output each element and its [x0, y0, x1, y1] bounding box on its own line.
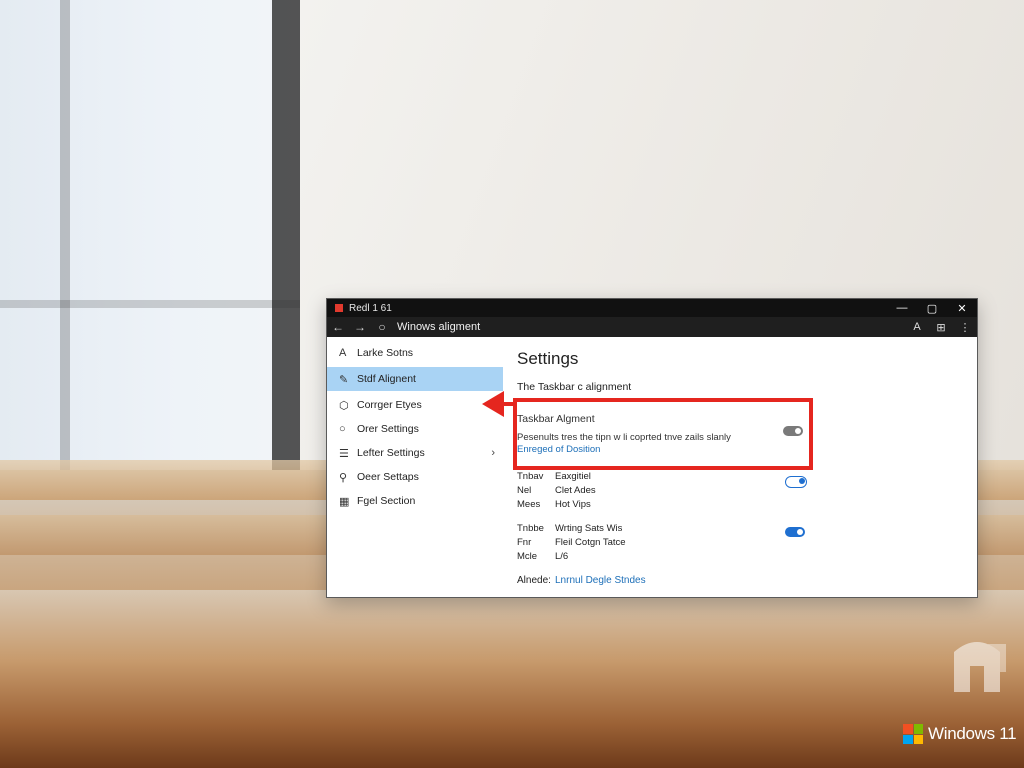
sidebar-item-label: Larke Sotns — [357, 347, 414, 359]
row-key: Fnr — [517, 537, 532, 548]
background-table — [0, 590, 1024, 768]
logo-tile — [903, 734, 913, 744]
back-arrow-icon[interactable]: ← — [327, 320, 349, 334]
app-icon — [335, 304, 343, 312]
list-icon: ☰ — [339, 447, 349, 460]
sidebar-item-larke-sotns[interactable]: A Larke Sotns — [327, 341, 503, 365]
font-icon[interactable]: A — [905, 321, 929, 333]
row-value: Clet Ades — [555, 485, 596, 496]
toggle-switch-a[interactable] — [785, 476, 807, 488]
row-value: Fleil Cotgn Tatce — [555, 537, 626, 548]
row-key: Mees — [517, 499, 541, 510]
sidebar-item-label: Oeer Settaps — [357, 471, 419, 483]
row-key: Tnbbe — [517, 523, 544, 534]
brand-text: Windows 11 — [928, 724, 1017, 743]
title-bar: Redl 1 61 — ▢ ✕ — [327, 299, 977, 317]
row-key: Nel — [517, 485, 532, 496]
window-title: Redl 1 61 — [349, 302, 392, 314]
sidebar-item-stdf-alignent[interactable]: ✎ Stdf Alignent — [327, 367, 503, 391]
circle-icon: ○ — [339, 423, 346, 435]
setting-row: Mees Hot Vips — [517, 499, 591, 510]
breadcrumb: The Taskbar c alignment — [517, 381, 632, 393]
windows-logo-icon — [903, 724, 923, 744]
maximize-button[interactable]: ▢ — [917, 302, 947, 315]
background-frame — [60, 0, 70, 470]
sidebar-item-label: Orer Settings — [357, 423, 419, 435]
sidebar-item-corrger-etyes[interactable]: ⬡ Corrger Etyes — [327, 393, 503, 417]
row-key: Mcle — [517, 551, 538, 562]
logo-tile — [913, 734, 923, 744]
highlight-box — [513, 398, 813, 470]
page-title: Settings — [517, 349, 579, 368]
setting-row: Tnbbe Wrting Sats Wis — [517, 523, 622, 534]
shape-icon: ⬡ — [339, 399, 349, 412]
person-icon: A — [339, 347, 347, 359]
pen-icon: ✎ — [339, 373, 349, 386]
close-button[interactable]: ✕ — [947, 302, 977, 315]
sidebar-item-oeer-settaps[interactable]: ⚲ Oeer Settaps — [327, 465, 503, 489]
setting-row: Tnbav Eaxgitiel — [517, 471, 591, 482]
background-window — [0, 0, 300, 470]
row-key: Tnbav — [517, 471, 544, 482]
setting-row: Nel Clet Ades — [517, 485, 596, 496]
windows-11-brand: Windows 11 — [903, 724, 1017, 744]
setting-row: Fnr Fleil Cotgn Tatce — [517, 537, 626, 548]
grid-icon: ▦ — [339, 495, 350, 508]
sidebar-item-lefter-settings[interactable]: ☰ Lefter Settings › — [327, 441, 503, 465]
watermark-icon — [954, 642, 1006, 692]
minimize-button[interactable]: — — [887, 302, 917, 314]
sidebar-item-label: Lefter Settings — [357, 447, 425, 459]
forward-arrow-icon[interactable]: → — [349, 320, 371, 334]
sidebar-item-orer-settings[interactable]: ○ Orer Settings — [327, 417, 503, 441]
sidebar-item-label: Stdf Alignent — [357, 373, 416, 385]
toggle-switch-b[interactable] — [785, 527, 805, 537]
sidebar-item-fgel-section[interactable]: ▦ Fgel Section — [327, 489, 503, 513]
chevron-right-icon: › — [491, 447, 495, 459]
sidebar-item-label: Fgel Section — [357, 495, 416, 507]
row-value: L/6 — [555, 551, 569, 562]
row-value: Wrting Sats Wis — [555, 523, 623, 534]
address-text[interactable]: Winows aligment — [393, 321, 905, 333]
refresh-icon[interactable]: ○ — [371, 320, 393, 334]
more-icon[interactable]: ⋮ — [953, 321, 977, 334]
row-value: Hot Vips — [555, 499, 591, 510]
row-value: Eaxgitiel — [555, 471, 591, 482]
background-frame — [272, 0, 302, 470]
footer-row: Alnede: Lnrnul Degle Stndes — [517, 575, 646, 586]
address-bar: ← → ○ Winows aligment A ⊞ ⋮ — [327, 317, 977, 337]
logo-tile — [903, 724, 913, 734]
footer-key: Alnede: — [517, 575, 551, 586]
sidebar-item-label: Corrger Etyes — [357, 399, 422, 411]
key-icon: ⚲ — [339, 471, 348, 484]
footer-link[interactable]: Lnrnul Degle Stndes — [555, 575, 646, 586]
background-frame — [0, 300, 300, 308]
layout-icon[interactable]: ⊞ — [929, 321, 953, 334]
sidebar: A Larke Sotns ✎ Stdf Alignent ⬡ Corrger … — [327, 337, 503, 597]
setting-row: Mcle L/6 — [517, 551, 568, 562]
logo-tile — [913, 724, 923, 734]
arrow-left-icon — [482, 391, 504, 417]
